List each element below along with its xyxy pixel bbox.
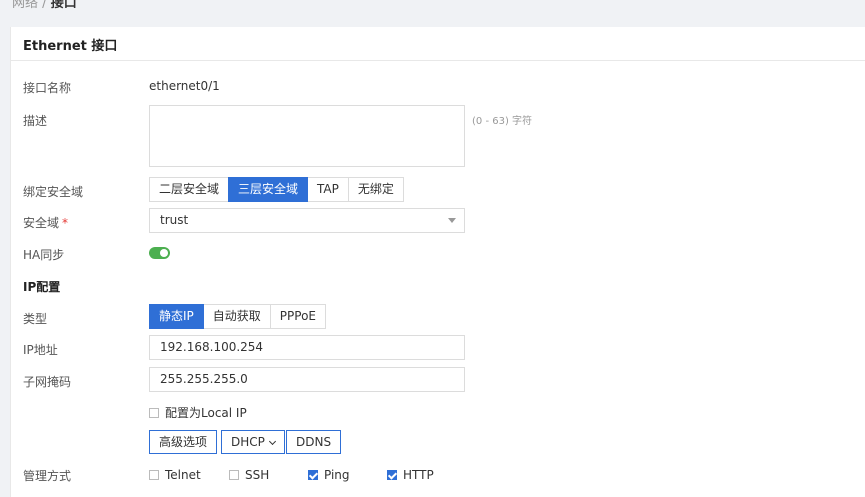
chevron-down-icon — [448, 218, 456, 223]
bind-zone-layer3-option[interactable]: 三层安全域 — [228, 177, 309, 202]
mgmt-ping-label: Ping — [324, 467, 350, 482]
security-zone-label: 安全域 * — [23, 214, 68, 231]
ip-type-segmented: 静态IP 自动获取 PPPoE — [149, 304, 327, 329]
mgmt-http-checkbox[interactable] — [387, 469, 397, 480]
toggle-knob — [160, 249, 168, 257]
interface-form-card: Ethernet 接口 接口名称 ethernet0/1 描述 (0 - 63)… — [10, 27, 865, 497]
bind-zone-segmented: 二层安全域 三层安全域 TAP 无绑定 — [149, 177, 404, 202]
breadcrumb-separator: / — [42, 0, 47, 11]
local-ip-checkbox-label: 配置为Local IP — [165, 406, 247, 420]
breadcrumb-parent[interactable]: 网络 — [12, 0, 38, 11]
ip-type-dhcp-option[interactable]: 自动获取 — [202, 304, 271, 329]
local-ip-checkbox[interactable] — [149, 407, 159, 418]
mgmt-ssh-checkbox[interactable] — [229, 469, 239, 480]
card-title: Ethernet 接口 — [23, 39, 118, 54]
description-label: 描述 — [23, 114, 48, 128]
breadcrumb: 网络 / 接口 — [12, 0, 77, 11]
security-zone-label-text: 安全域 — [23, 216, 60, 230]
bind-zone-none-option[interactable]: 无绑定 — [347, 177, 404, 202]
interface-name-value: ethernet0/1 — [149, 79, 220, 93]
mgmt-ping-checkbox[interactable] — [308, 469, 318, 480]
security-zone-value: trust — [160, 213, 189, 227]
ip-type-static-option[interactable]: 静态IP — [149, 304, 204, 329]
dhcp-button-label: DHCP — [231, 435, 265, 449]
mgmt-ssh-label: SSH — [245, 467, 270, 482]
ip-config-section-title: IP配置 — [23, 280, 61, 294]
management-label: 管理方式 — [23, 469, 72, 483]
ip-address-input[interactable]: 192.168.100.254 — [149, 335, 465, 360]
ha-sync-label: HA同步 — [23, 248, 65, 262]
mgmt-ssh-item[interactable]: SSH — [229, 467, 269, 482]
dhcp-dropdown-button[interactable]: DHCP — [221, 430, 285, 454]
ip-type-pppoe-option[interactable]: PPPoE — [269, 304, 327, 329]
mgmt-telnet-item[interactable]: Telnet — [149, 467, 201, 482]
local-ip-checkbox-item[interactable]: 配置为Local IP — [149, 404, 247, 421]
mgmt-http-label: HTTP — [403, 467, 434, 482]
bind-zone-layer2-option[interactable]: 二层安全域 — [149, 177, 230, 202]
bind-zone-label: 绑定安全域 — [23, 185, 84, 199]
subnet-mask-input[interactable]: 255.255.255.0 — [149, 367, 465, 392]
ip-type-label: 类型 — [23, 312, 48, 326]
description-textarea[interactable] — [149, 105, 465, 167]
mgmt-http-item[interactable]: HTTP — [387, 467, 434, 482]
mgmt-ping-item[interactable]: Ping — [308, 467, 350, 482]
chevron-down-icon — [268, 437, 276, 446]
subnet-mask-label: 子网掩码 — [23, 375, 72, 389]
bind-zone-tap-option[interactable]: TAP — [307, 177, 349, 202]
required-mark: * — [62, 216, 69, 230]
mgmt-telnet-checkbox[interactable] — [149, 469, 159, 480]
security-zone-select[interactable]: trust — [149, 208, 465, 233]
advanced-options-button[interactable]: 高级选项 — [149, 430, 218, 454]
ip-address-label: IP地址 — [23, 343, 58, 357]
breadcrumb-current: 接口 — [50, 0, 77, 11]
ha-sync-toggle[interactable] — [149, 247, 170, 259]
mgmt-telnet-label: Telnet — [165, 467, 201, 482]
description-hint: (0 - 63) 字符 — [472, 116, 533, 127]
ddns-button[interactable]: DDNS — [286, 430, 342, 454]
card-header: Ethernet 接口 — [11, 27, 865, 61]
interface-name-label: 接口名称 — [23, 81, 72, 95]
